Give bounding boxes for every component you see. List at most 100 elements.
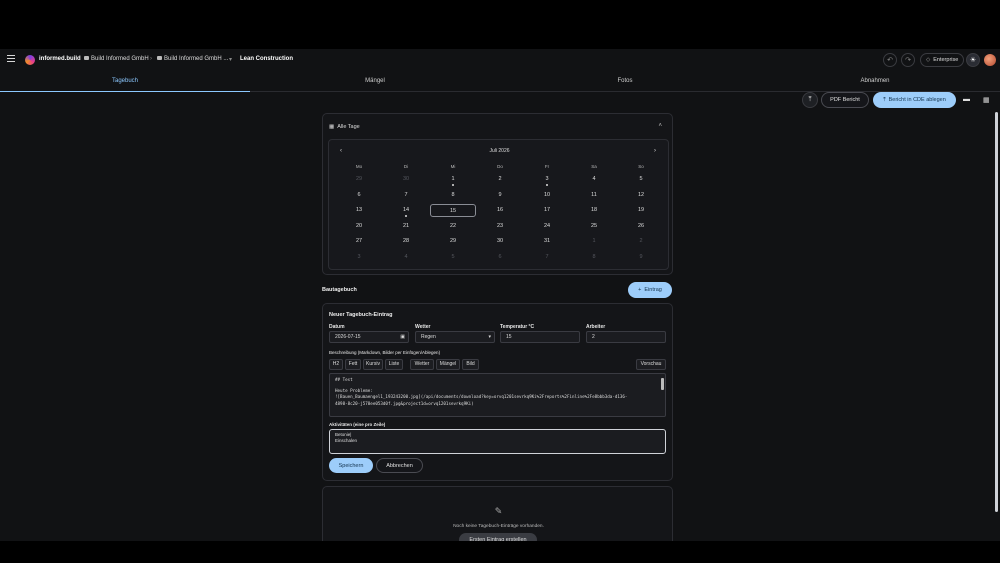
weather-insert-button[interactable]: Wetter <box>410 359 434 370</box>
calendar-day[interactable]: 13 <box>336 204 382 217</box>
logo-text[interactable]: informed.build <box>39 56 81 62</box>
calendar-day[interactable]: 5 <box>618 173 664 186</box>
calendar-day[interactable]: 19 <box>618 204 664 217</box>
calendar-day-number: 27 <box>355 238 363 245</box>
calendar-day[interactable]: 29 <box>336 173 382 186</box>
calendar-day[interactable]: 30 <box>477 235 523 248</box>
upload-icon[interactable]: ⤒ <box>802 92 818 108</box>
undo-icon[interactable]: ↶ <box>883 53 897 67</box>
page-scrollbar[interactable] <box>995 112 998 512</box>
pdf-report-button[interactable]: PDF Bericht <box>821 92 869 108</box>
calendar-day[interactable]: 10 <box>524 189 570 202</box>
calendar-day[interactable]: 3 <box>336 251 382 264</box>
calendar-day[interactable]: 7 <box>383 189 429 202</box>
preview-button[interactable]: Vorschau <box>636 359 666 370</box>
calendar-day[interactable]: 11 <box>571 189 617 202</box>
breadcrumb-org[interactable]: Build Informed GmbH <box>84 56 149 62</box>
calendar-day[interactable]: 5 <box>430 251 476 264</box>
tab-abnahmen[interactable]: Abnahmen <box>750 75 1000 91</box>
italic-button[interactable]: Kursiv <box>363 359 383 370</box>
chevron-down-icon[interactable]: ▾ <box>229 56 232 63</box>
calendar-day[interactable]: 21 <box>383 220 429 233</box>
calendar-day[interactable]: 9 <box>477 189 523 202</box>
calendar-day[interactable]: 18 <box>571 204 617 217</box>
grid-icon[interactable]: ▦ <box>983 96 990 104</box>
calendar-day[interactable]: 26 <box>618 220 664 233</box>
add-entry-button[interactable]: + Eintrag <box>628 282 672 298</box>
cancel-button[interactable]: Abbrechen <box>376 458 423 473</box>
calendar-day-number: 30 <box>402 176 410 182</box>
defects-insert-button[interactable]: Mängel <box>436 359 460 370</box>
empty-text: Noch keine Tagebuch-Einträge vorhanden. <box>453 524 544 529</box>
scrollbar[interactable] <box>661 378 664 390</box>
cde-report-button[interactable]: ⤒ Bericht in CDE ablegen <box>873 92 956 108</box>
calendar-day[interactable]: 3 <box>524 173 570 186</box>
calendar-day[interactable]: 27 <box>336 235 382 248</box>
calendar-day[interactable]: 28 <box>383 235 429 248</box>
plus-icon: + <box>638 287 642 293</box>
calendar-day-number: 14 <box>402 207 410 214</box>
calendar-day[interactable]: 12 <box>618 189 664 202</box>
calendar-day[interactable]: 8 <box>571 251 617 264</box>
breadcrumb-project[interactable]: Lean Construction <box>240 56 293 62</box>
calendar-day[interactable]: 8 <box>430 189 476 202</box>
calendar-day-number: 29 <box>355 176 363 182</box>
add-entry-label: Eintrag <box>644 287 662 293</box>
bold-button[interactable]: Fett <box>345 359 361 370</box>
workers-input[interactable]: 2 <box>586 331 666 343</box>
calendar-day-number: 22 <box>449 222 457 229</box>
calendar-day[interactable]: 14 <box>383 204 429 218</box>
menu-icon[interactable] <box>7 55 15 62</box>
calendar-day[interactable]: 24 <box>524 220 570 233</box>
calendar-day[interactable]: 30 <box>383 173 429 186</box>
activities-textarea[interactable]: Betonie| Einschalen <box>329 429 666 454</box>
tab-maengel[interactable]: Mängel <box>250 75 500 91</box>
calendar-day[interactable]: 9 <box>618 251 664 264</box>
calendar-day[interactable]: 16 <box>477 204 523 217</box>
calendar-day[interactable]: 2 <box>618 235 664 248</box>
avatar[interactable] <box>984 54 996 66</box>
breadcrumb-workspace[interactable]: Build Informed GmbH ... <box>157 56 228 62</box>
calendar-day-number: 10 <box>543 191 551 198</box>
calendar-day[interactable]: 15 <box>430 204 476 218</box>
tab-fotos[interactable]: Fotos <box>500 75 750 91</box>
calendar-day-number: 26 <box>637 222 645 229</box>
calendar-day[interactable]: 4 <box>571 173 617 186</box>
calendar-day[interactable]: 1 <box>571 235 617 248</box>
calendar-day[interactable]: 17 <box>524 204 570 217</box>
weather-value: Regen <box>421 334 436 340</box>
calendar-day[interactable]: 6 <box>336 189 382 202</box>
save-button[interactable]: Speichern <box>329 458 373 473</box>
enterprise-badge[interactable]: ◇ Enterprise <box>920 53 965 67</box>
theme-toggle-sun-icon[interactable]: ☀ <box>966 53 980 67</box>
calendar-day[interactable]: 25 <box>571 220 617 233</box>
calendar-day[interactable]: 22 <box>430 220 476 233</box>
temperature-input[interactable]: 15 <box>500 331 580 343</box>
calendar-filter[interactable]: ▦ Alle Tage <box>329 124 360 130</box>
calendar-day[interactable]: 2 <box>477 173 523 186</box>
calendar-day-number: 6 <box>357 191 361 198</box>
calendar-day[interactable]: 31 <box>524 235 570 248</box>
folder-icon[interactable]: ▬ <box>963 96 970 103</box>
description-textarea[interactable]: ## Test Heute Probleme: ![Bauen_Baumaeng… <box>329 373 666 417</box>
tab-tagebuch[interactable]: Tagebuch <box>0 75 250 92</box>
redo-icon[interactable]: ↷ <box>901 53 915 67</box>
image-insert-button[interactable]: Bild <box>462 359 479 370</box>
calendar-day[interactable]: 20 <box>336 220 382 233</box>
h2-button[interactable]: H2 <box>329 359 343 370</box>
calendar-day[interactable]: 7 <box>524 251 570 264</box>
calendar-icon: ▦ <box>329 124 335 130</box>
next-month-icon[interactable]: › <box>654 148 656 154</box>
form-title: Neuer Tagebuch-Eintrag <box>329 312 393 318</box>
date-field[interactable]: 2026-07-15 ▣ <box>329 331 409 343</box>
calendar-day[interactable]: 23 <box>477 220 523 233</box>
weather-select[interactable]: Regen ▾ <box>415 331 495 343</box>
calendar-day[interactable]: 4 <box>383 251 429 264</box>
calendar-day[interactable]: 6 <box>477 251 523 264</box>
calendar-day[interactable]: 1 <box>430 173 476 186</box>
workers-label: Arbeiter <box>586 324 606 330</box>
list-button[interactable]: Liste <box>385 359 403 370</box>
calendar-day[interactable]: 29 <box>430 235 476 248</box>
first-entry-button[interactable]: Ersten Eintrag erstellen <box>459 533 537 541</box>
chevron-up-icon[interactable]: ˄ <box>658 123 662 129</box>
